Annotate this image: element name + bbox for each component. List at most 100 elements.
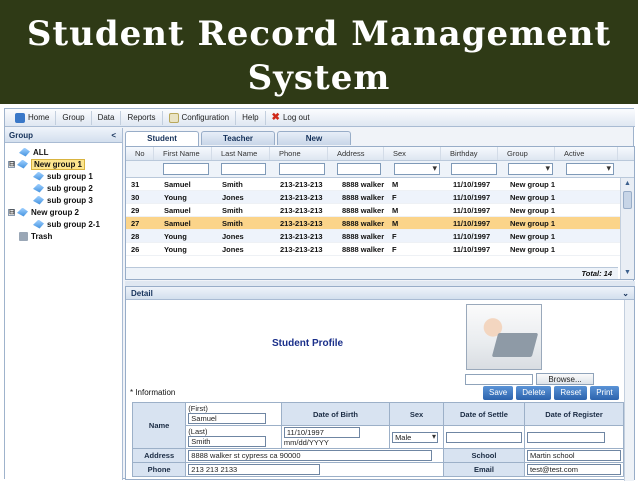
scroll-up-icon[interactable]: ▲ bbox=[621, 178, 634, 190]
filter-sex-select[interactable] bbox=[394, 163, 440, 175]
sidebar-header: Group < bbox=[5, 128, 122, 143]
column-header-active[interactable]: Active bbox=[555, 147, 618, 160]
cell-group: New group 1 bbox=[510, 231, 556, 241]
cell-no: 30 bbox=[131, 192, 140, 202]
cell-first-name: Young bbox=[164, 192, 187, 202]
scroll-thumb[interactable] bbox=[623, 191, 632, 209]
cell-birthday: 11/10/1997 bbox=[453, 244, 491, 254]
tree-item-sub-group-3[interactable]: sub group 3 bbox=[5, 194, 122, 206]
tree-item-sub-group-1[interactable]: sub group 1 bbox=[5, 170, 122, 182]
photo-file-input[interactable] bbox=[465, 374, 533, 385]
filter-last-name-input[interactable] bbox=[221, 163, 266, 175]
tree-item-all[interactable]: ALL bbox=[5, 146, 122, 158]
chevron-down-icon[interactable]: ⌄ bbox=[622, 289, 629, 298]
reset-button[interactable]: Reset bbox=[554, 386, 588, 400]
column-header-sex[interactable]: Sex bbox=[384, 147, 441, 160]
column-header-no[interactable]: No bbox=[126, 147, 154, 160]
record-tabs: Student Teacher New bbox=[125, 131, 353, 146]
cell-phone: 213-213-213 bbox=[280, 192, 323, 202]
collapse-toggle[interactable]: ⊟ bbox=[8, 208, 15, 216]
toolbar-help-button[interactable]: Help bbox=[236, 110, 266, 125]
last-name-field[interactable]: Smith bbox=[188, 436, 267, 447]
collapse-toggle[interactable]: ⊟ bbox=[8, 160, 15, 168]
table-row[interactable]: 30 Young Jones 213-213-213 8888 walker F… bbox=[126, 191, 634, 204]
grid-header: No First Name Last Name Phone Address Se… bbox=[126, 147, 634, 161]
address-field[interactable]: 8888 walker st cypress ca 90000 bbox=[188, 450, 433, 461]
logout-label: Log out bbox=[282, 113, 310, 122]
dob-label: Date of Birth bbox=[280, 402, 391, 426]
group-icon bbox=[33, 195, 44, 205]
filter-phone-input[interactable] bbox=[279, 163, 325, 175]
filter-birthday-input[interactable] bbox=[451, 163, 497, 175]
scroll-down-icon[interactable]: ▼ bbox=[621, 267, 634, 279]
cell-group: New group 1 bbox=[510, 244, 556, 254]
slide-banner: Student Record Management System bbox=[0, 0, 638, 104]
dob-field[interactable]: 11/10/1997 bbox=[283, 427, 360, 438]
cell-birthday: 11/10/1997 bbox=[453, 231, 491, 241]
school-field[interactable]: Martin school bbox=[526, 450, 621, 461]
tab-student[interactable]: Student bbox=[125, 131, 199, 146]
table-row[interactable]: 26 Young Jones 213-213-213 8888 walker F… bbox=[126, 243, 634, 256]
cell-birthday: 11/10/1997 bbox=[453, 179, 491, 189]
toolbar-data-button[interactable]: Data bbox=[92, 110, 122, 125]
sidebar-collapse-button[interactable]: < bbox=[111, 131, 116, 140]
filter-active-select[interactable] bbox=[566, 163, 614, 175]
address-label: Address bbox=[131, 448, 187, 463]
delete-button[interactable]: Delete bbox=[516, 386, 552, 400]
tree-item-new-group-2[interactable]: ⊟ New group 2 bbox=[5, 206, 122, 218]
tree-item-sub-group-2-1[interactable]: sub group 2-1 bbox=[5, 218, 122, 230]
browse-button[interactable]: Browse... bbox=[536, 373, 594, 385]
sidebar-title: Group bbox=[9, 130, 33, 140]
filter-address-input[interactable] bbox=[337, 163, 381, 175]
sex-select[interactable]: Male bbox=[392, 431, 439, 443]
toolbar-configuration-button[interactable]: Configuration bbox=[163, 110, 237, 125]
tree-item-trash[interactable]: Trash bbox=[5, 230, 122, 242]
table-row-selected[interactable]: 27 Samuel Smith 213-213-213 8888 walker … bbox=[126, 217, 634, 230]
cell-last-name: Jones bbox=[222, 231, 244, 241]
save-button[interactable]: Save bbox=[483, 386, 514, 400]
filter-group-select[interactable] bbox=[508, 163, 553, 175]
app-window: Home Group Data Reports Configuration He… bbox=[4, 108, 635, 481]
table-row[interactable]: 29 Samuel Smith 213-213-213 8888 walker … bbox=[126, 204, 634, 217]
home-icon bbox=[15, 112, 25, 123]
cell-no: 29 bbox=[131, 205, 140, 215]
settle-date-field[interactable] bbox=[445, 431, 522, 443]
last-name-label: (Last) bbox=[188, 427, 208, 436]
group-icon bbox=[17, 159, 28, 169]
column-header-birthday[interactable]: Birthday bbox=[441, 147, 498, 160]
toolbar-logout-button[interactable]: ✖ Log out bbox=[266, 111, 316, 125]
table-row[interactable]: 28 Young Jones 213-213-213 8888 walker F… bbox=[126, 230, 634, 243]
cell-address: 8888 walker bbox=[342, 244, 385, 254]
column-header-group[interactable]: Group bbox=[498, 147, 555, 160]
column-header-address[interactable]: Address bbox=[328, 147, 384, 160]
table-row[interactable]: 31 Samuel Smith 213-213-213 8888 walker … bbox=[126, 178, 634, 191]
group-sidebar: Group < ALL ⊟ New group 1 sub group 1 su… bbox=[5, 128, 123, 480]
toolbar-reports-button[interactable]: Reports bbox=[121, 110, 163, 125]
tab-new[interactable]: New bbox=[277, 131, 351, 145]
cell-sex: M bbox=[392, 218, 399, 228]
print-button[interactable]: Print bbox=[590, 386, 619, 400]
column-header-last-name[interactable]: Last Name bbox=[212, 147, 270, 160]
group-icon bbox=[19, 147, 30, 157]
cell-birthday: 11/10/1997 bbox=[453, 192, 491, 202]
detail-scrollbar[interactable] bbox=[624, 300, 634, 481]
first-name-field[interactable]: Samuel bbox=[188, 413, 267, 424]
tree-item-sub-group-2[interactable]: sub group 2 bbox=[5, 182, 122, 194]
cell-first-name: Young bbox=[164, 231, 187, 241]
grid-scrollbar[interactable]: ▲ ▼ bbox=[620, 178, 634, 279]
cell-last-name: Smith bbox=[222, 205, 243, 215]
column-header-phone[interactable]: Phone bbox=[270, 147, 328, 160]
grid-filter-row bbox=[126, 161, 634, 178]
phone-field[interactable]: 213 213 2133 bbox=[188, 464, 321, 475]
configuration-icon bbox=[168, 112, 179, 123]
filter-first-name-input[interactable] bbox=[163, 163, 209, 175]
tab-teacher[interactable]: Teacher bbox=[201, 131, 275, 145]
toolbar-group-button[interactable]: Group bbox=[56, 110, 92, 125]
email-field[interactable]: test@test.com bbox=[526, 464, 621, 475]
cell-address: 8888 walker bbox=[342, 218, 385, 228]
tree-item-new-group-1[interactable]: ⊟ New group 1 bbox=[5, 158, 122, 170]
register-date-field[interactable] bbox=[526, 431, 605, 443]
toolbar-home-button[interactable]: Home bbox=[9, 110, 57, 125]
cell-no: 26 bbox=[131, 244, 140, 254]
column-header-first-name[interactable]: First Name bbox=[154, 147, 212, 160]
